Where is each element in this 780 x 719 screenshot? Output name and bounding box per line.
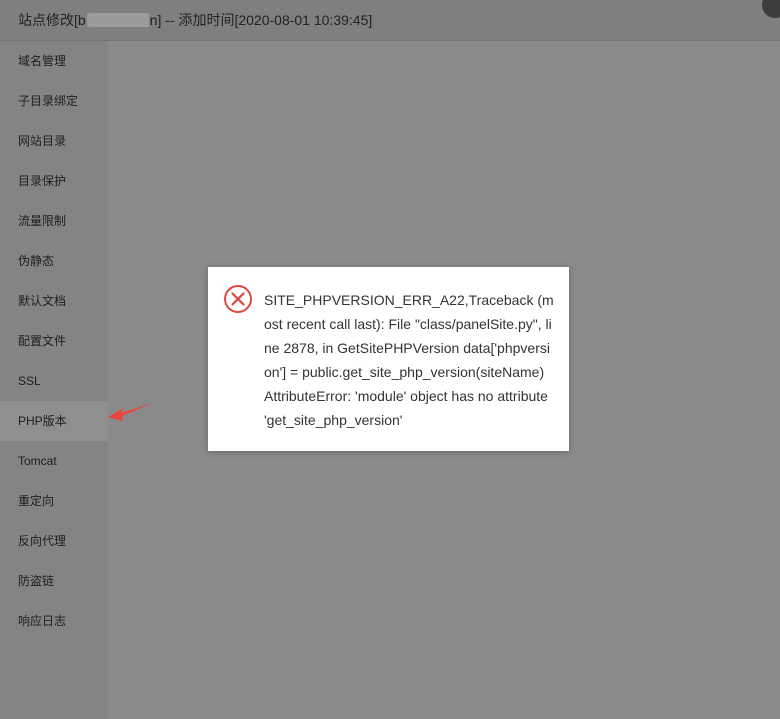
close-icon[interactable] — [762, 0, 780, 18]
sidebar-item-tomcat[interactable]: Tomcat — [0, 441, 108, 481]
redacted-domain — [86, 13, 149, 27]
sidebar-item-redirect[interactable]: 重定向 — [0, 481, 108, 521]
error-circle-icon — [224, 285, 252, 313]
window-title-prefix: 站点修改[b — [18, 12, 86, 28]
window-title-suffix: n] -- 添加时间[2020-08-01 10:39:45] — [149, 12, 373, 28]
sidebar-item-site-dir[interactable]: 网站目录 — [0, 121, 108, 161]
sidebar-item-dir-protect[interactable]: 目录保护 — [0, 161, 108, 201]
window-titlebar: 站点修改[b n] -- 添加时间[2020-08-01 10:39:45] — [0, 0, 780, 41]
settings-sidebar: 域名管理 子目录绑定 网站目录 目录保护 流量限制 伪静态 默认文档 配置文件 … — [0, 41, 108, 719]
sidebar-item-traffic-limit[interactable]: 流量限制 — [0, 201, 108, 241]
error-message: SITE_PHPVERSION_ERR_A22,Traceback (most … — [264, 292, 554, 428]
annotation-arrow-icon — [108, 403, 152, 421]
window-title: 站点修改[b n] -- 添加时间[2020-08-01 10:39:45] — [18, 10, 372, 30]
sidebar-item-subdir-bind[interactable]: 子目录绑定 — [0, 81, 108, 121]
sidebar-item-php-version[interactable]: PHP版本 — [0, 401, 108, 441]
sidebar-item-ssl[interactable]: SSL — [0, 361, 108, 401]
sidebar-item-domain[interactable]: 域名管理 — [0, 41, 108, 81]
sidebar-item-rewrite[interactable]: 伪静态 — [0, 241, 108, 281]
sidebar-item-config-file[interactable]: 配置文件 — [0, 321, 108, 361]
sidebar-item-reverse-proxy[interactable]: 反向代理 — [0, 521, 108, 561]
sidebar-item-response-log[interactable]: 响应日志 — [0, 601, 108, 641]
error-dialog: SITE_PHPVERSION_ERR_A22,Traceback (most … — [208, 267, 569, 451]
sidebar-item-hotlink-protect[interactable]: 防盗链 — [0, 561, 108, 601]
sidebar-item-default-doc[interactable]: 默认文档 — [0, 281, 108, 321]
